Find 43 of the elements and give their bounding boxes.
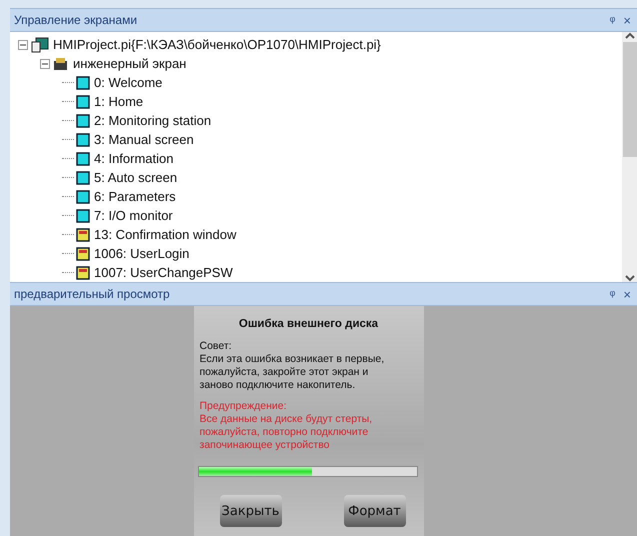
project-icon bbox=[31, 36, 49, 52]
window-icon bbox=[76, 266, 90, 280]
tree-item[interactable]: 7: I/O monitor bbox=[94, 208, 173, 223]
tree-item[interactable]: 2: Monitoring station bbox=[94, 113, 212, 128]
tree-item[interactable]: 3: Manual screen bbox=[94, 132, 194, 147]
warning-text: Все данные на диске будут стерты, пожалуйста, повторно подключите започинающее устройство bbox=[200, 413, 374, 452]
minus-toggle-icon[interactable] bbox=[18, 40, 28, 50]
close-button[interactable]: × bbox=[623, 12, 631, 28]
dialog-button[interactable]: Закрыть bbox=[220, 495, 282, 527]
scroll-thumb[interactable] bbox=[622, 42, 636, 157]
panel-title: предварительный просмотр bbox=[14, 287, 171, 301]
tree-item[interactable]: 4: Information bbox=[94, 151, 174, 166]
window-icon bbox=[76, 246, 90, 260]
tree-item[interactable]: 0: Welcome bbox=[94, 75, 162, 90]
scrollbar[interactable] bbox=[622, 32, 637, 282]
screen-icon bbox=[76, 114, 90, 128]
tree-item[interactable]: 1006: UserLogin bbox=[94, 246, 190, 261]
pin-button[interactable]: ᵠ bbox=[610, 12, 616, 28]
tree-item[interactable]: 1007: UserChangePSW bbox=[94, 265, 233, 280]
screen-icon bbox=[76, 94, 90, 108]
dialog-button[interactable]: Формат bbox=[344, 495, 406, 527]
screen-icon bbox=[76, 208, 90, 222]
tree-item[interactable]: HMIProject.pi{F:\КЭАЗ\бойченко\OP1070\HMIProject.pi} bbox=[53, 37, 381, 52]
tree-item[interactable]: 6: Parameters bbox=[94, 189, 176, 204]
tree-item[interactable]: инженерный экран bbox=[73, 56, 186, 71]
screen-icon bbox=[76, 132, 90, 146]
window-icon bbox=[76, 228, 90, 242]
screen-icon bbox=[76, 190, 90, 204]
tree-item[interactable]: 1: Home bbox=[94, 94, 144, 109]
tree-item[interactable]: 5: Auto screen bbox=[94, 170, 178, 185]
screen-icon bbox=[76, 152, 90, 166]
advice-text: Если эта ошибка возникает в первые, пожалуйста, закройте этот экран и заново подключите накопитель. bbox=[200, 353, 386, 392]
folder-icon bbox=[53, 56, 69, 70]
close-button[interactable]: × bbox=[623, 286, 631, 302]
screen-icon bbox=[76, 76, 90, 90]
pin-button[interactable]: ᵠ bbox=[610, 286, 616, 302]
dialog-title: Ошибка внешнего диска bbox=[238, 318, 380, 330]
screen-icon bbox=[76, 170, 90, 184]
panel-title: Управление экранами bbox=[14, 13, 138, 27]
warning-label: Предупреждение: bbox=[200, 400, 288, 413]
tree-item[interactable]: 13: Confirmation window bbox=[94, 227, 236, 242]
minus-toggle-icon[interactable] bbox=[40, 58, 50, 68]
advice-label: Совет: bbox=[200, 340, 233, 353]
